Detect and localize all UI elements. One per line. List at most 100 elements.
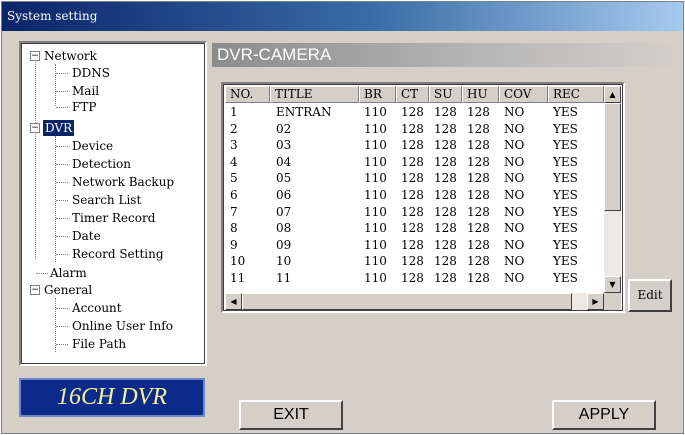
tree-item-dvr[interactable]: DVR: [43, 120, 75, 136]
column-header-title[interactable]: TITLE: [270, 86, 359, 103]
table-cell: 128: [434, 105, 457, 119]
exit-button[interactable]: EXIT: [239, 400, 343, 430]
column-header-su[interactable]: SU: [429, 86, 462, 103]
tree-item-ddns[interactable]: DDNS: [72, 65, 110, 81]
table-cell: 6: [230, 188, 238, 202]
table-cell: 110: [364, 237, 387, 252]
column-header-cov[interactable]: COV: [499, 86, 548, 103]
tree-item-network-backup[interactable]: Network Backup: [72, 174, 174, 190]
table-cell: 128: [467, 204, 490, 219]
table-cell: 128: [401, 254, 424, 269]
apply-button[interactable]: APPLY: [552, 400, 656, 430]
table-row[interactable]: 1 ENTRAN 110 128 128 128 NO YES: [224, 106, 603, 118]
tree-connector: [56, 182, 68, 183]
tree-item-date[interactable]: Date: [72, 228, 101, 244]
table-cell: NO: [504, 188, 525, 202]
scroll-down-icon[interactable]: ▼: [604, 276, 621, 293]
table-cell: 05: [276, 171, 292, 186]
table-cell: YES: [553, 188, 578, 202]
table-row[interactable]: 7 07 110 128 128 128 NO YES: [224, 206, 603, 218]
table-cell: 128: [434, 138, 457, 153]
tree-connector: [56, 73, 68, 74]
tree-item-online-user-info[interactable]: Online User Info: [72, 318, 173, 334]
vertical-scrollbar[interactable]: ▲ ▼: [604, 86, 621, 293]
table-cell: NO: [504, 171, 525, 186]
column-header-hu[interactable]: HU: [462, 86, 499, 103]
tree-item-alarm[interactable]: Alarm: [50, 265, 87, 281]
network-collapse-icon[interactable]: −: [30, 51, 40, 61]
tree-item-mail[interactable]: Mail: [72, 83, 99, 99]
table-cell: NO: [504, 204, 525, 219]
panel-header: DVR-CAMERA: [212, 43, 682, 67]
table-cell: 110: [364, 171, 387, 186]
table-row[interactable]: 8 08 110 128 128 128 NO YES: [224, 222, 603, 234]
system-setting-window: System setting − Network DDNS Mail FTP −…: [1, 1, 684, 434]
table-cell: 08: [276, 221, 292, 236]
table-cell: YES: [553, 254, 578, 269]
table-cell: 3: [230, 138, 238, 153]
column-header-rec[interactable]: REC: [548, 86, 604, 103]
tree-item-account[interactable]: Account: [72, 300, 122, 316]
table-cell: 7: [230, 204, 238, 219]
table-row[interactable]: 10 10 110 128 128 128 NO YES: [224, 255, 603, 267]
table-cell: 07: [276, 204, 292, 219]
scroll-right-icon[interactable]: ▶: [587, 293, 604, 310]
tree-item-record-setting[interactable]: Record Setting: [72, 246, 164, 262]
scrollbar-corner: [604, 293, 621, 310]
table-cell: 128: [467, 237, 490, 252]
general-collapse-icon[interactable]: −: [30, 285, 40, 295]
horizontal-scrollbar[interactable]: ◀ ▶: [225, 293, 604, 310]
table-row[interactable]: 9 09 110 128 128 128 NO YES: [224, 239, 603, 251]
table-row[interactable]: 3 03 110 128 128 128 NO YES: [224, 139, 603, 151]
vertical-scroll-thumb[interactable]: [604, 103, 621, 211]
table-row[interactable]: 6 06 110 128 128 128 NO YES: [224, 189, 603, 201]
dvr-collapse-icon[interactable]: −: [30, 123, 40, 133]
table-cell: 128: [401, 138, 424, 153]
table-cell: YES: [553, 138, 578, 153]
tree-item-device[interactable]: Device: [72, 138, 113, 154]
table-row[interactable]: 11 11 110 128 128 128 NO YES: [224, 272, 603, 284]
table-cell: 128: [401, 171, 424, 186]
table-cell: 110: [364, 254, 387, 269]
table-cell: NO: [504, 121, 525, 136]
table-cell: 02: [276, 121, 292, 136]
tree-item-network[interactable]: Network: [44, 48, 97, 64]
column-header-no[interactable]: NO.: [225, 86, 270, 103]
horizontal-scroll-thumb[interactable]: [242, 293, 572, 310]
tree-item-file-path[interactable]: File Path: [72, 336, 126, 352]
table-cell: 128: [434, 254, 457, 269]
table-cell: YES: [553, 204, 578, 219]
table-cell: NO: [504, 138, 525, 153]
camera-table: NO. TITLE BR CT SU HU COV REC 1 ENTRAN 110…: [221, 82, 625, 313]
scroll-left-icon[interactable]: ◀: [225, 293, 242, 310]
table-cell: 10: [230, 254, 246, 269]
table-cell: 128: [434, 121, 457, 136]
tree-item-detection[interactable]: Detection: [72, 156, 131, 172]
tree-connector: [56, 200, 68, 201]
table-row[interactable]: 5 05 110 128 128 128 NO YES: [224, 172, 603, 184]
settings-tree-inner: − Network DDNS Mail FTP − DVR Device Det…: [21, 43, 205, 364]
tree-item-general[interactable]: General: [44, 282, 92, 298]
panel-title: DVR-CAMERA: [217, 45, 332, 64]
table-cell: 09: [276, 237, 292, 252]
dvr-logo: 16CH DVR: [19, 378, 205, 417]
table-cell: 128: [401, 204, 424, 219]
table-cell: 2: [230, 121, 238, 136]
column-header-br[interactable]: BR: [359, 86, 396, 103]
table-row[interactable]: 2 02 110 128 128 128 NO YES: [224, 123, 603, 135]
edit-button[interactable]: Edit: [628, 279, 672, 312]
table-cell: 4: [230, 154, 238, 169]
table-cell: 110: [364, 105, 387, 119]
tree-item-timer-record[interactable]: Timer Record: [72, 210, 155, 226]
table-row[interactable]: 4 04 110 128 128 128 NO YES: [224, 156, 603, 168]
tree-connector: [56, 218, 68, 219]
table-cell: 128: [434, 154, 457, 169]
column-header-ct[interactable]: CT: [396, 86, 429, 103]
scroll-up-icon[interactable]: ▲: [604, 86, 621, 103]
title-bar[interactable]: System setting: [2, 2, 683, 31]
table-cell: 110: [364, 154, 387, 169]
table-cell: 128: [467, 121, 490, 136]
tree-item-search-list[interactable]: Search List: [72, 192, 141, 208]
tree-item-ftp[interactable]: FTP: [72, 99, 96, 115]
table-cell: 128: [467, 171, 490, 186]
